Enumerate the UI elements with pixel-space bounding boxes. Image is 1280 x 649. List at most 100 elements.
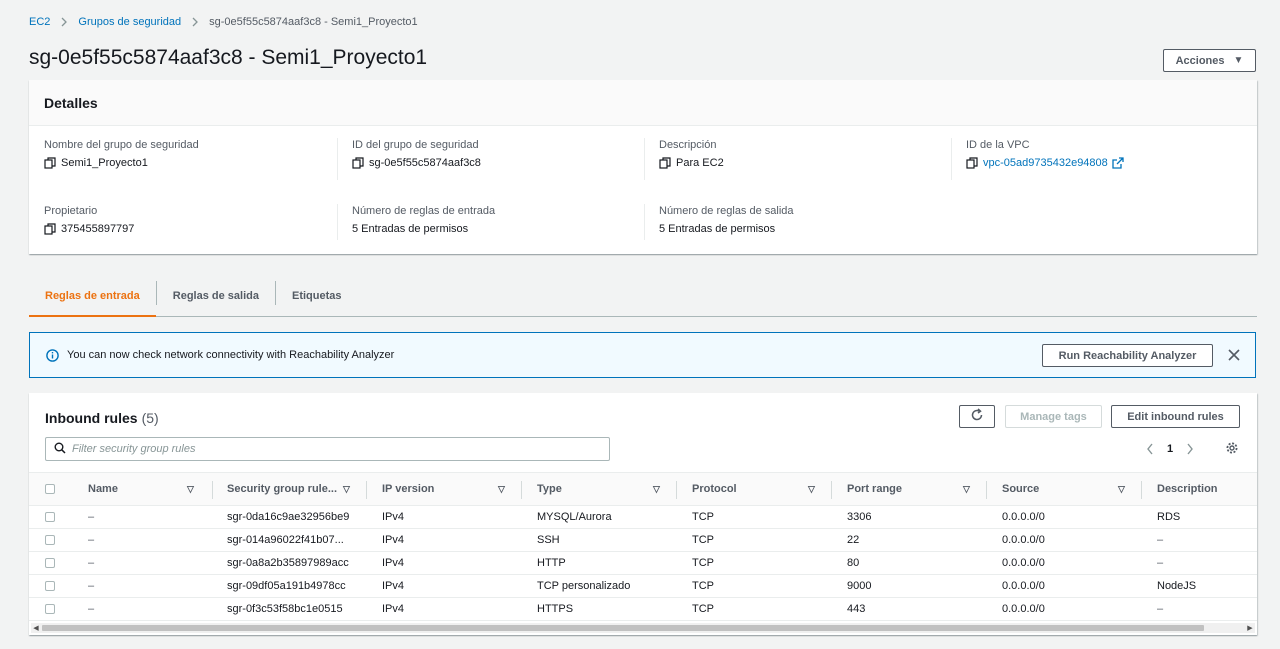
scroll-right-arrow-icon[interactable]: ▶ xyxy=(1245,623,1255,633)
vpc-link[interactable]: vpc-05ad9735432e94808 xyxy=(983,157,1108,169)
settings-gear-icon[interactable] xyxy=(1225,441,1239,455)
cell-type: MYSQL/Aurora xyxy=(537,511,612,523)
divider xyxy=(337,204,338,240)
cell-description: RDS xyxy=(1157,511,1181,523)
cell-protocol: TCP xyxy=(692,557,714,569)
column-header-label: Source xyxy=(1002,483,1040,495)
detail-value: 375455897797 xyxy=(61,223,135,235)
table-row[interactable]: – sgr-0f3c53f58bc1e0515 IPv4 HTTPS TCP 4… xyxy=(29,598,1257,621)
info-banner-text: You can now check network connectivity w… xyxy=(67,349,395,361)
edit-inbound-rules-button[interactable]: Edit inbound rules xyxy=(1111,405,1240,428)
column-divider xyxy=(1141,481,1142,499)
cell-ip-version: IPv4 xyxy=(382,603,405,615)
copy-icon[interactable] xyxy=(966,157,978,169)
sort-icon[interactable]: ▽ xyxy=(1118,473,1125,505)
tab-inbound-rules[interactable]: Reglas de entrada xyxy=(29,276,156,317)
filter-field xyxy=(45,437,610,461)
cell-source: 0.0.0.0/0 xyxy=(1002,603,1045,615)
detail-label: Número de reglas de entrada xyxy=(352,205,496,217)
cell-source: 0.0.0.0/0 xyxy=(1002,534,1045,546)
row-checkbox[interactable] xyxy=(45,581,55,591)
cell-description: – xyxy=(1157,557,1164,569)
info-icon xyxy=(46,348,59,362)
table-row[interactable]: – sgr-014a96022f41b07... IPv4 SSH TCP 22… xyxy=(29,529,1257,552)
cell-ip-version: IPv4 xyxy=(382,534,405,546)
sort-icon[interactable]: ▽ xyxy=(808,473,815,505)
cell-port-range: 443 xyxy=(847,603,866,615)
detail-sg-name: Nombre del grupo de seguridad Semi1_Proy… xyxy=(44,139,199,169)
copy-icon[interactable] xyxy=(352,157,364,169)
tab-outbound-rules[interactable]: Reglas de salida xyxy=(157,276,275,316)
breadcrumb-security-groups-link[interactable]: Grupos de seguridad xyxy=(78,16,181,28)
table-row[interactable]: – sgr-09df05a191b4978cc IPv4 TCP persona… xyxy=(29,575,1257,598)
column-header-port-range[interactable]: Port range xyxy=(847,473,902,505)
sort-icon[interactable]: ▽ xyxy=(187,473,194,505)
manage-tags-button[interactable]: Manage tags xyxy=(1005,405,1102,428)
sort-icon[interactable]: ▽ xyxy=(653,473,660,505)
horizontal-scrollbar[interactable]: ◀ ▶ xyxy=(31,623,1255,633)
tabs: Reglas de entrada Reglas de salida Etiqu… xyxy=(29,276,1257,317)
column-header-name[interactable]: Name xyxy=(88,473,118,505)
detail-label: ID de la VPC xyxy=(966,139,1030,151)
close-icon[interactable] xyxy=(1227,348,1241,362)
details-panel: Detalles Nombre del grupo de seguridad S… xyxy=(29,80,1257,254)
column-divider xyxy=(831,481,832,499)
divider xyxy=(951,138,952,180)
filter-input[interactable] xyxy=(72,443,592,455)
detail-label: Descripción xyxy=(659,139,717,151)
chevron-left-icon[interactable] xyxy=(1143,442,1157,456)
column-header-source[interactable]: Source xyxy=(1002,473,1039,505)
row-checkbox[interactable] xyxy=(45,604,55,614)
scrollbar-thumb[interactable] xyxy=(42,625,1204,631)
breadcrumb-ec2-link[interactable]: EC2 xyxy=(29,16,50,28)
column-header-description[interactable]: Description xyxy=(1157,473,1218,505)
breadcrumb-current: sg-0e5f55c5874aaf3c8 - Semi1_Proyecto1 xyxy=(209,16,418,28)
page-title: sg-0e5f55c5874aaf3c8 - Semi1_Proyecto1 xyxy=(29,46,428,69)
run-reachability-analyzer-button[interactable]: Run Reachability Analyzer xyxy=(1042,344,1213,367)
cell-ip-version: IPv4 xyxy=(382,580,405,592)
info-banner: You can now check network connectivity w… xyxy=(29,332,1256,378)
refresh-icon xyxy=(970,408,984,425)
column-header-type[interactable]: Type xyxy=(537,473,562,505)
tab-tags[interactable]: Etiquetas xyxy=(276,276,358,316)
cell-source: 0.0.0.0/0 xyxy=(1002,580,1045,592)
cell-name: – xyxy=(88,603,95,615)
column-divider xyxy=(986,481,987,499)
cell-rule-id: sgr-09df05a191b4978cc xyxy=(227,580,346,592)
column-header-ip-version[interactable]: IP version xyxy=(382,473,434,505)
pagination: 1 xyxy=(1143,440,1197,458)
select-all-checkbox[interactable] xyxy=(45,484,55,494)
column-header-rule-id[interactable]: Security group rule... xyxy=(227,473,337,505)
sort-icon[interactable]: ▽ xyxy=(963,473,970,505)
cell-port-range: 3306 xyxy=(847,511,872,523)
column-divider xyxy=(366,481,367,499)
detail-label: ID del grupo de seguridad xyxy=(352,139,479,151)
column-header-label: Type xyxy=(537,483,562,495)
refresh-button[interactable] xyxy=(959,405,995,428)
cell-protocol: TCP xyxy=(692,603,714,615)
actions-button-label: Acciones xyxy=(1175,54,1225,67)
row-checkbox[interactable] xyxy=(45,535,55,545)
cell-name: – xyxy=(88,511,95,523)
page-number[interactable]: 1 xyxy=(1167,443,1173,455)
table-row[interactable]: – sgr-0a8a2b35897989acc IPv4 HTTP TCP 80… xyxy=(29,552,1257,575)
cell-rule-id: sgr-0f3c53f58bc1e0515 xyxy=(227,603,343,615)
copy-icon[interactable] xyxy=(659,157,671,169)
column-header-protocol[interactable]: Protocol xyxy=(692,473,737,505)
scroll-left-arrow-icon[interactable]: ◀ xyxy=(31,623,41,633)
chevron-right-icon[interactable] xyxy=(1183,442,1197,456)
cell-port-range: 9000 xyxy=(847,580,872,592)
sort-icon[interactable]: ▽ xyxy=(343,473,350,505)
cell-source: 0.0.0.0/0 xyxy=(1002,511,1045,523)
row-checkbox[interactable] xyxy=(45,512,55,522)
detail-vpc: ID de la VPC vpc-05ad9735432e94808 xyxy=(966,139,1124,169)
row-checkbox[interactable] xyxy=(45,558,55,568)
caret-down-icon: ▼ xyxy=(1233,55,1244,66)
detail-value: Semi1_Proyecto1 xyxy=(61,157,148,169)
sort-icon[interactable]: ▽ xyxy=(498,473,505,505)
actions-button[interactable]: Acciones ▼ xyxy=(1163,49,1256,72)
copy-icon[interactable] xyxy=(44,223,56,235)
table-row[interactable]: – sgr-0da16c9ae32956be9 IPv4 MYSQL/Auror… xyxy=(29,506,1257,529)
copy-icon[interactable] xyxy=(44,157,56,169)
cell-type: HTTPS xyxy=(537,603,574,615)
